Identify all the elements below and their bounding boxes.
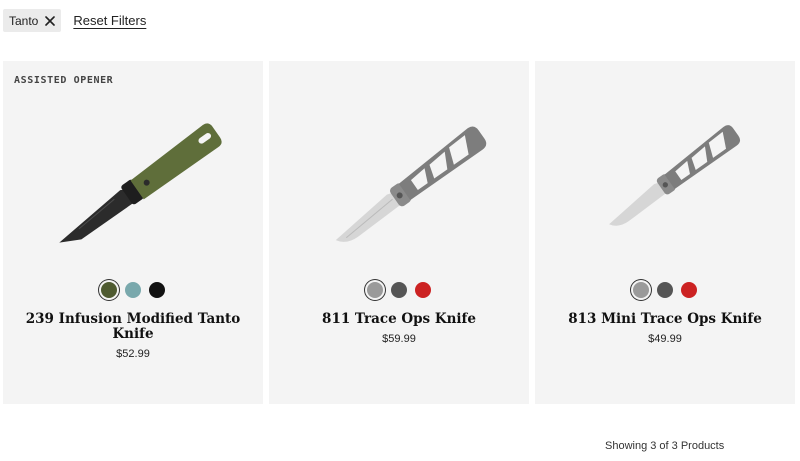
color-swatches (3, 282, 263, 298)
product-name[interactable]: 239 Infusion Modified Tanto Knife (23, 312, 243, 342)
color-swatch-black[interactable] (149, 282, 165, 298)
product-name[interactable]: 813 Mini Trace Ops Knife (555, 312, 775, 327)
product-name[interactable]: 811 Trace Ops Knife (289, 312, 509, 327)
color-swatch-teal[interactable] (125, 282, 141, 298)
product-card[interactable]: 813 Mini Trace Ops Knife $49.99 (535, 61, 795, 404)
close-icon[interactable] (45, 15, 56, 26)
product-price: $49.99 (648, 333, 682, 345)
product-card[interactable]: ASSISTED OPENER 239 Infusion Modified Ta… (3, 61, 263, 404)
product-price: $52.99 (116, 348, 150, 360)
color-swatches (269, 282, 529, 298)
color-swatch-red[interactable] (681, 282, 697, 298)
color-swatch-dark[interactable] (391, 282, 407, 298)
color-swatch-dark[interactable] (657, 282, 673, 298)
knife-image[interactable] (3, 91, 263, 291)
color-swatch-gray[interactable] (633, 282, 649, 298)
results-count: Showing 3 of 3 Products (605, 440, 725, 452)
color-swatch-gray[interactable] (367, 282, 383, 298)
color-swatch-red[interactable] (415, 282, 431, 298)
filter-chip-label: Tanto (9, 13, 39, 28)
reset-filters-link[interactable]: Reset Filters (73, 13, 146, 28)
product-card[interactable]: 811 Trace Ops Knife $59.99 (269, 61, 529, 404)
color-swatches (535, 282, 795, 298)
color-swatch-green[interactable] (101, 282, 117, 298)
product-price: $59.99 (382, 333, 416, 345)
knife-image[interactable] (535, 91, 795, 291)
filter-chip-tanto[interactable]: Tanto (3, 9, 62, 32)
product-badge: ASSISTED OPENER (14, 75, 114, 86)
knife-image[interactable] (269, 91, 529, 291)
filter-bar: Tanto Reset Filters (3, 9, 146, 32)
product-grid: ASSISTED OPENER 239 Infusion Modified Ta… (3, 61, 795, 404)
